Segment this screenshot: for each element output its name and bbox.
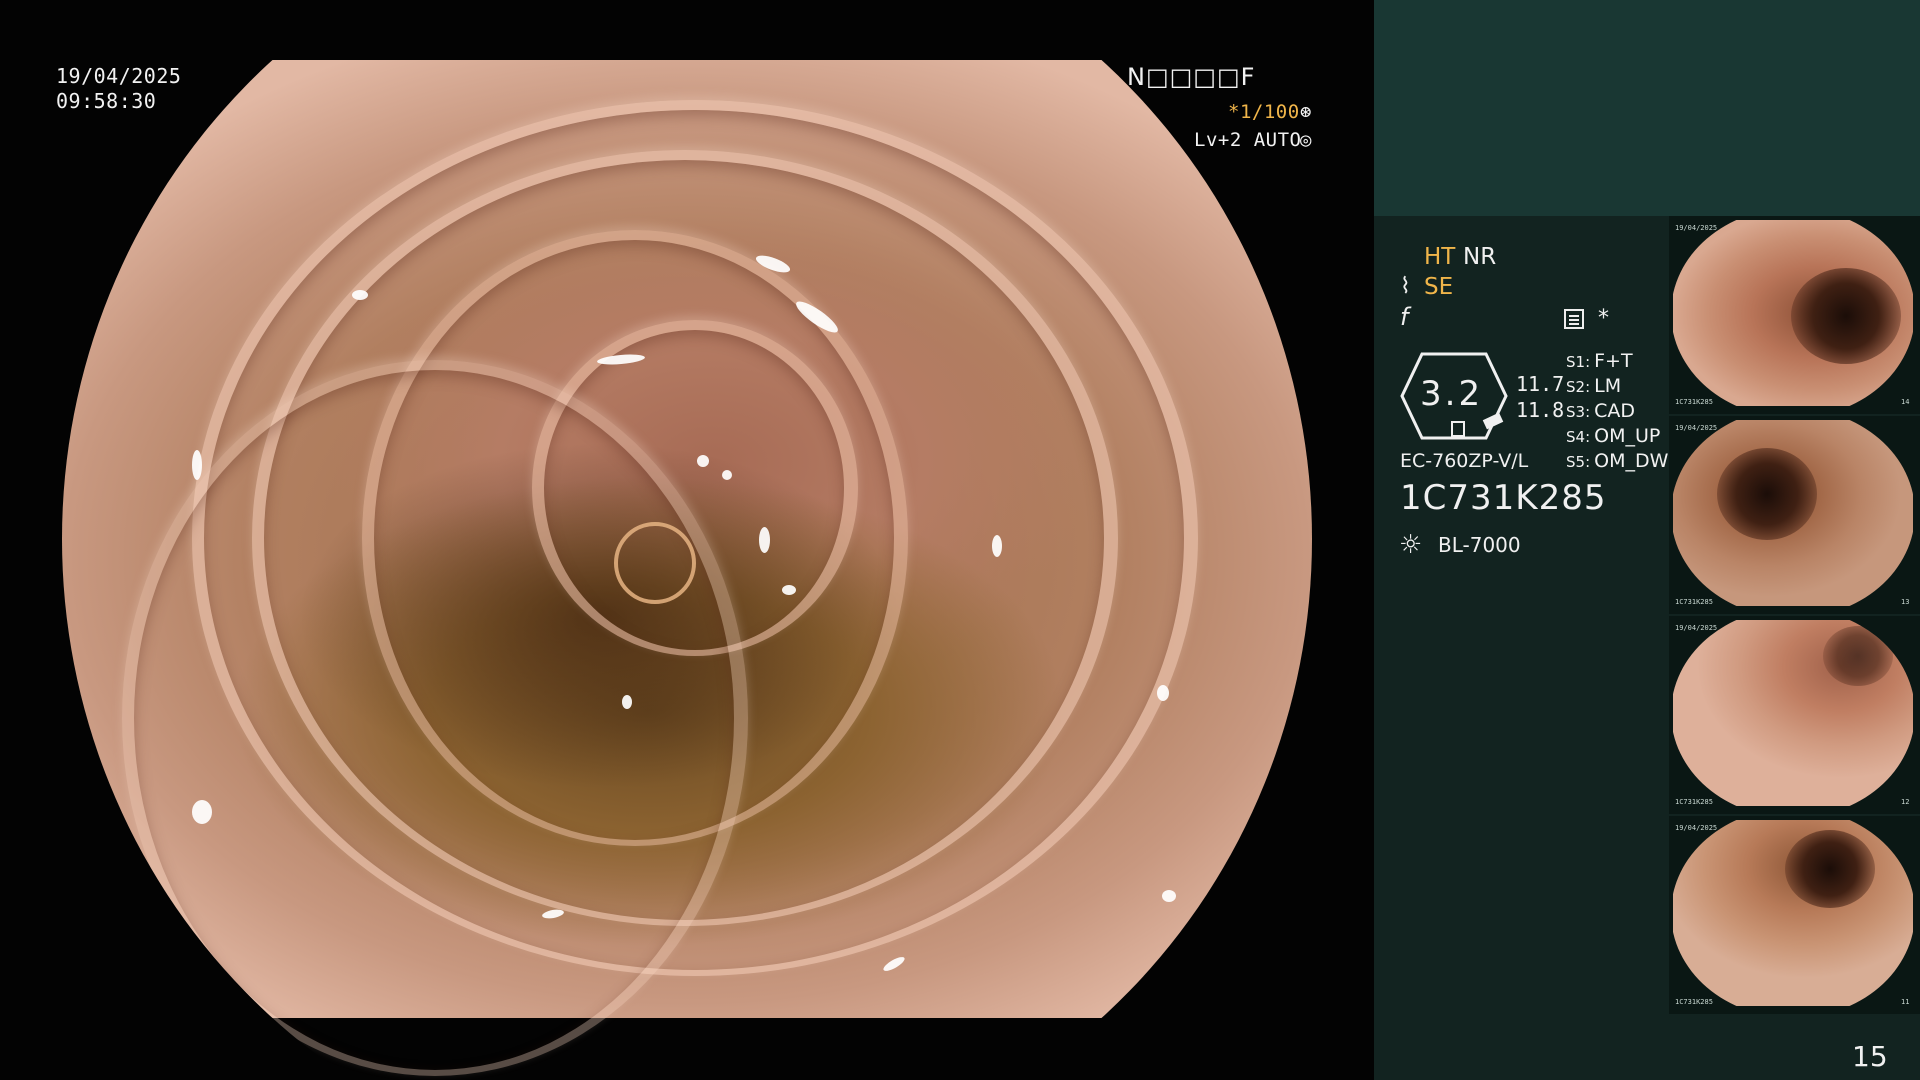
thumbnail[interactable]: 19/04/2025 1C731K285 12 <box>1669 616 1920 814</box>
thumbnail-code: 1C731K285 <box>1675 398 1713 406</box>
thumbnail-image <box>1673 820 1913 1006</box>
scope-model: EC-760ZP-V/L <box>1400 450 1529 472</box>
lumen <box>1791 268 1901 364</box>
light-source: BL-7000 <box>1438 533 1521 557</box>
specular-highlight <box>722 470 732 480</box>
lumen <box>1823 626 1893 686</box>
specular-highlight <box>192 800 212 824</box>
specular-highlight <box>881 954 907 974</box>
value-1: 11.7 <box>1516 372 1565 396</box>
thumbnail-date: 19/04/2025 <box>1675 824 1718 832</box>
switch-s5: S5: OM_DW <box>1566 450 1669 472</box>
enhance-icon: ⌇ <box>1400 274 1411 299</box>
switch-s4: S4: OM_UP <box>1566 425 1661 447</box>
thumbnail-date: 19/04/2025 <box>1675 624 1718 632</box>
thumbnail-index: 11 <box>1901 998 1910 1006</box>
thumbnail-image: 19/04/2025 1C731K285 11 <box>1673 820 1913 1006</box>
thumbnail-date: 19/04/2025 <box>1675 224 1718 232</box>
thumbnail-image <box>1673 220 1913 406</box>
thumbnail-image <box>1673 620 1913 806</box>
shutter-speed: *1/100 <box>1228 101 1300 123</box>
se-indicator: SE <box>1424 274 1454 300</box>
page-number: 15 <box>1852 1040 1888 1073</box>
thumbnail-code: 1C731K285 <box>1675 798 1713 806</box>
thumbnail-index: 13 <box>1901 598 1910 606</box>
aperture-icon: ⊛ <box>1300 101 1312 123</box>
patient-code: N□□□□F <box>1127 63 1256 91</box>
specular-highlight <box>697 455 709 467</box>
thumbnail[interactable]: 19/04/2025 1C731K285 13 <box>1669 416 1920 614</box>
thumbnail[interactable]: 19/04/2025 1C731K285 14 <box>1669 216 1920 414</box>
thumbnail-index: 14 <box>1901 398 1910 406</box>
thumbnail-image: 19/04/2025 1C731K285 13 <box>1673 420 1913 606</box>
iris-icon: ◎ <box>1300 129 1312 151</box>
side-panel-header <box>1374 0 1920 216</box>
thumbnail-index: 12 <box>1901 798 1910 806</box>
specular-highlight <box>1162 890 1176 902</box>
thumbnail-date: 19/04/2025 <box>1675 424 1718 432</box>
thumbnail-image: 19/04/2025 1C731K285 14 <box>1673 220 1913 406</box>
asterisk-indicator: * <box>1598 306 1609 331</box>
endoscope-view <box>62 60 1312 1076</box>
switch-s1: S1: F+T <box>1566 350 1633 372</box>
value-2: 11.8 <box>1516 398 1565 422</box>
time-label: 09:58:30 <box>56 89 157 113</box>
switch-s3: S3: CAD <box>1566 400 1636 422</box>
lumen <box>1717 448 1817 540</box>
menu-icon <box>1564 309 1584 329</box>
thumbnail[interactable]: 19/04/2025 1C731K285 11 <box>1669 816 1920 1014</box>
brightness-level: Lv+2 AUTO <box>1194 129 1302 151</box>
thumbnail-code: 1C731K285 <box>1675 598 1713 606</box>
nr-indicator: NR <box>1463 244 1497 270</box>
mucosal-fold <box>122 360 748 1076</box>
specular-highlight <box>759 527 770 553</box>
specular-highlight <box>192 450 202 480</box>
specular-highlight <box>782 585 796 595</box>
lumen <box>1785 830 1875 908</box>
instrument-ring <box>614 522 696 604</box>
thumbnail-code: 1C731K285 <box>1675 998 1713 1006</box>
specular-highlight <box>622 695 632 709</box>
specular-highlight <box>352 290 368 300</box>
zoom-value: 3.2 <box>1420 374 1484 414</box>
freeze-icon: f <box>1400 303 1409 331</box>
thumbnail-image: 19/04/2025 1C731K285 12 <box>1673 620 1913 806</box>
date-label: 19/04/2025 <box>56 64 182 88</box>
light-icon: ☼ <box>1399 530 1423 560</box>
thumbnail-image <box>1673 420 1913 606</box>
specular-highlight <box>992 535 1002 557</box>
specular-highlight <box>1157 685 1169 701</box>
scope-serial: 1C731K285 <box>1400 478 1607 518</box>
switch-s2: S2: LM <box>1566 375 1622 397</box>
ht-indicator: HT <box>1424 244 1456 270</box>
